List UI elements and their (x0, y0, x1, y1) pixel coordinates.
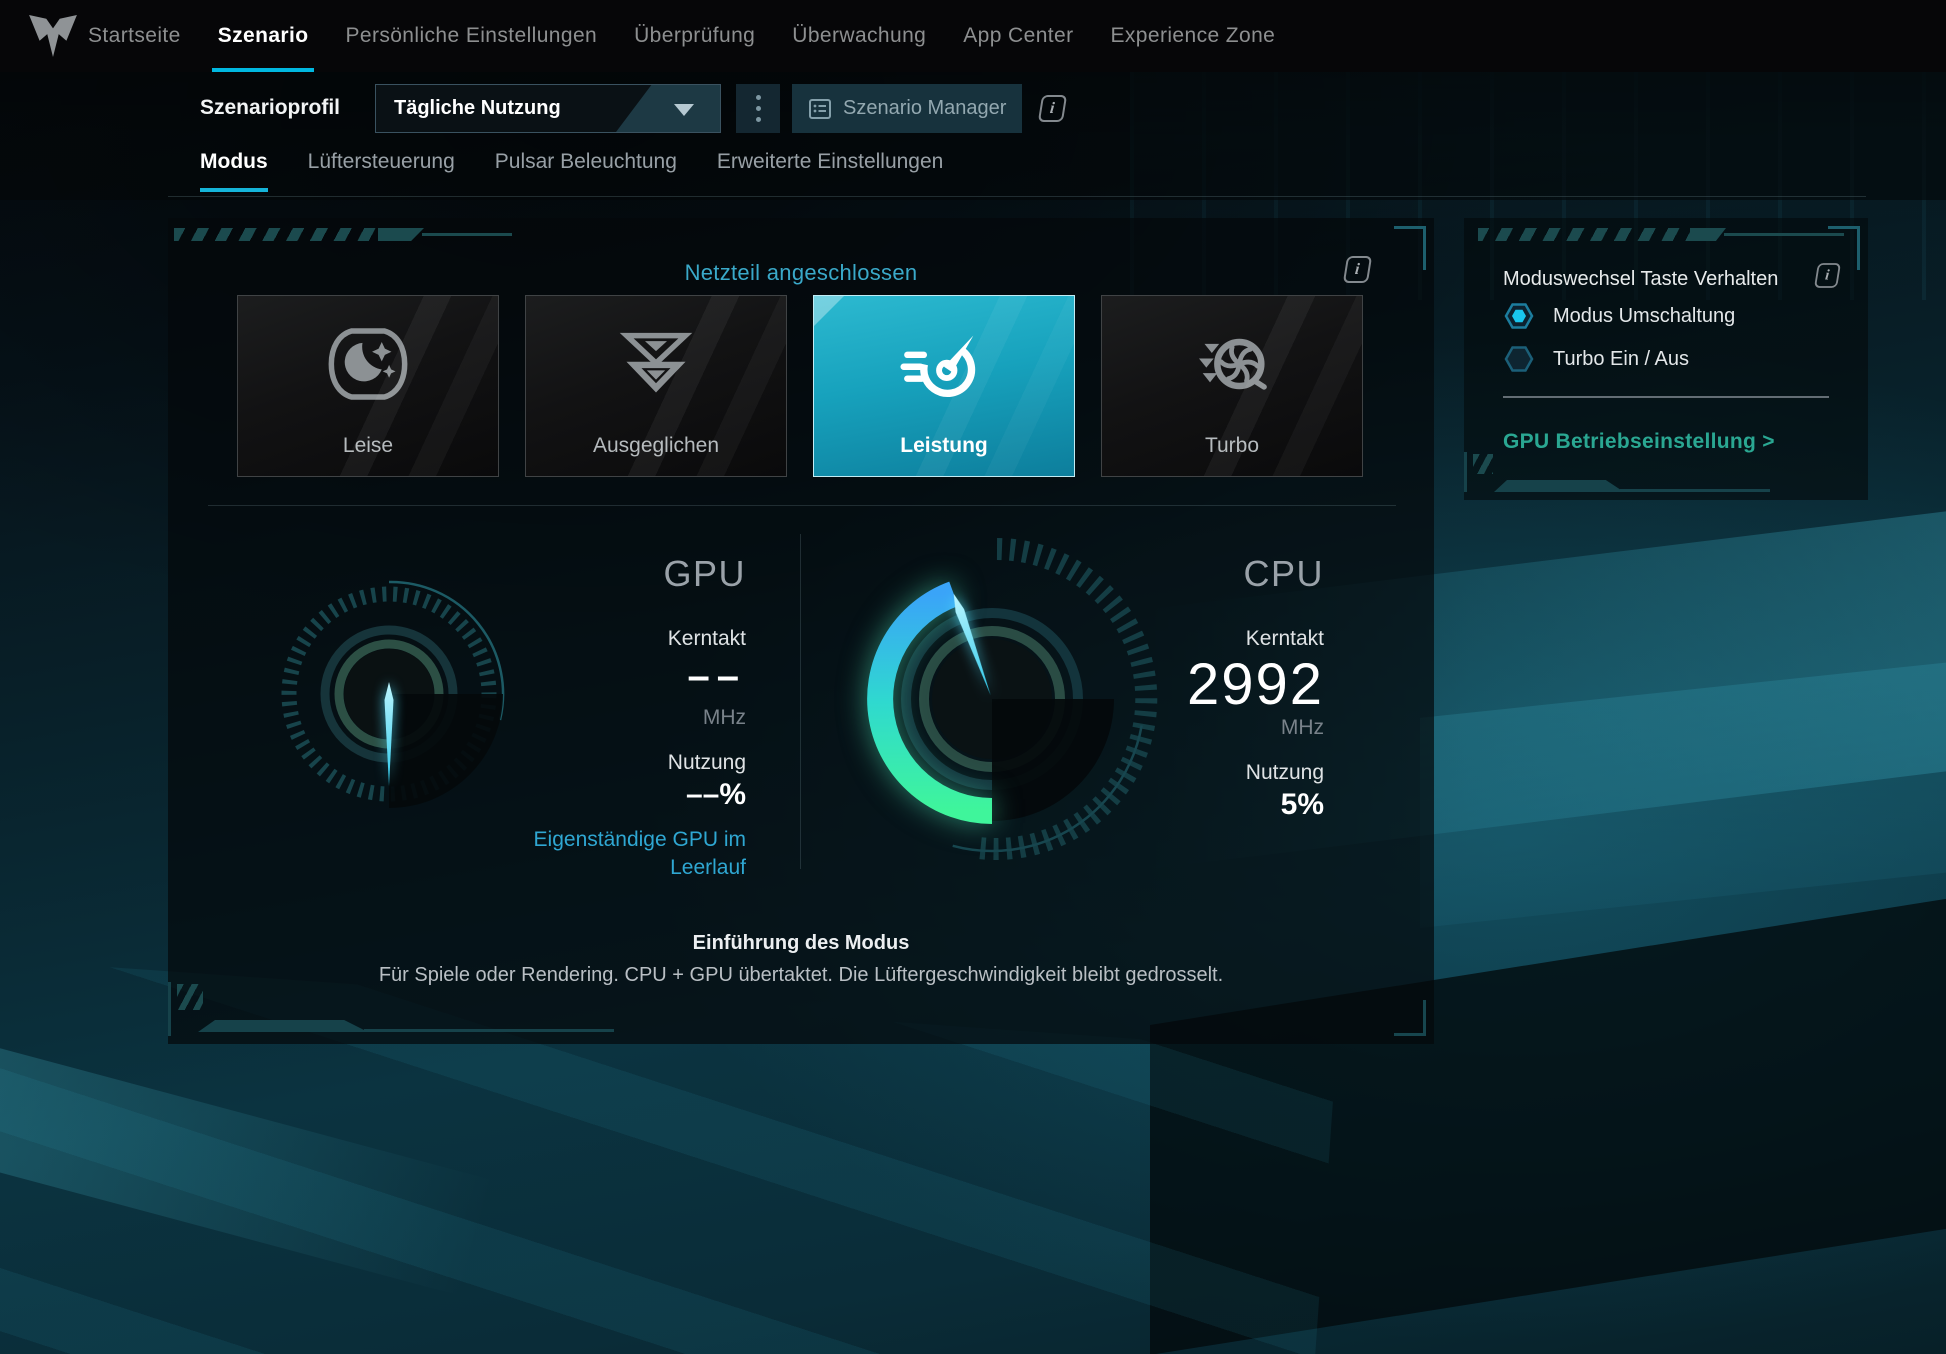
mode-label: Leise (238, 434, 498, 458)
side-panel-divider (1503, 396, 1829, 398)
kebab-menu-button[interactable] (736, 84, 780, 133)
scenario-list-icon (808, 98, 832, 120)
mode-info-icon[interactable]: i (1343, 256, 1372, 283)
corner-decor (1473, 454, 1493, 474)
hatch-decor (1690, 228, 1726, 241)
tab-erweiterte-einstellungen[interactable]: Erweiterte Einstellungen (717, 150, 943, 192)
mode-card-turbo[interactable]: Turbo (1101, 295, 1363, 477)
corner-decor (198, 1020, 368, 1032)
corner-decor (177, 984, 203, 1010)
tab-pulsar-beleuchtung[interactable]: Pulsar Beleuchtung (495, 150, 677, 192)
gpu-status: Eigenständige GPU im Leerlauf (468, 826, 746, 883)
gpu-usage-value: ––% (468, 780, 746, 810)
kebab-menu-icon (756, 95, 761, 100)
nav-item-ueberwachung[interactable]: Überwachung (792, 0, 926, 72)
gpu-usage-label: Nutzung (468, 752, 746, 773)
corner-bracket (1394, 1000, 1426, 1036)
tabs-divider (168, 196, 1866, 197)
radio-turbo-ein-aus[interactable]: Turbo Ein / Aus (1503, 345, 1689, 373)
cpu-core-value: 2992 (1048, 656, 1324, 714)
tab-luftersteuerung[interactable]: Lüftersteuerung (308, 150, 455, 192)
top-navbar: Startseite Szenario Persönliche Einstell… (0, 0, 1946, 72)
mode-switch-info-icon[interactable]: i (1814, 263, 1841, 288)
hatch-decor (378, 228, 424, 241)
scenario-manager-label: Szenario Manager (843, 97, 1006, 120)
hatch-decor (1478, 228, 1690, 241)
corner-decor (1494, 480, 1624, 492)
predator-logo-icon[interactable] (28, 14, 78, 58)
radio-label: Turbo Ein / Aus (1553, 348, 1689, 371)
speedometer-icon (900, 320, 988, 408)
cpu-readout: CPU Kerntakt 2992 MHz Nutzung 5% (1048, 556, 1324, 836)
mode-label: Turbo (1102, 434, 1362, 458)
hatch-decor (422, 233, 512, 236)
profile-info-icon[interactable]: i (1038, 95, 1067, 122)
edge-decor (1464, 452, 1467, 492)
profile-dropdown[interactable]: Tägliche Nutzung (375, 84, 721, 133)
mode-intro-text: Für Spiele oder Rendering. CPU + GPU übe… (168, 964, 1434, 987)
caret-down-icon (674, 104, 694, 116)
radio-modus-umschaltung[interactable]: Modus Umschaltung (1503, 302, 1735, 330)
predator-sense-app: Startseite Szenario Persönliche Einstell… (0, 0, 1946, 1354)
cpu-core-unit: MHz (1048, 717, 1324, 738)
mode-cards: Leise Ausgeglichen (237, 295, 1363, 477)
corner-decor (364, 1029, 614, 1032)
turbo-fan-icon (1188, 320, 1276, 408)
cpu-usage-value: 5% (1048, 790, 1324, 820)
radio-selected-icon (1503, 302, 1535, 330)
profile-dropdown-value: Tägliche Nutzung (394, 85, 561, 132)
dropdown-angle-decor (616, 85, 720, 132)
mode-intro-title: Einführung des Modus (168, 932, 1434, 955)
edge-decor (168, 982, 171, 1036)
hatch-decor (1724, 233, 1844, 236)
nav-item-startseite[interactable]: Startseite (88, 0, 181, 72)
mode-label: Ausgeglichen (526, 434, 786, 458)
radio-label: Modus Umschaltung (1553, 305, 1735, 328)
mode-card-leistung[interactable]: Leistung (813, 295, 1075, 477)
tab-modus[interactable]: Modus (200, 150, 268, 192)
predator-emblem-icon (612, 320, 700, 408)
gpu-core-label: Kerntakt (468, 628, 746, 649)
nav-item-persoenliche-einstellungen[interactable]: Persönliche Einstellungen (345, 0, 597, 72)
hatch-decor (174, 228, 378, 241)
mode-panel: Netzteil angeschlossen i Leise (168, 218, 1434, 1044)
gpu-core-unit: MHz (468, 707, 746, 728)
gpu-readout: GPU Kerntakt –– MHz Nutzung ––% Eigenstä… (468, 556, 746, 883)
gpu-core-value: –– (468, 656, 746, 696)
mode-switch-panel: Moduswechsel Taste Verhalten i Modus Ums… (1464, 218, 1868, 500)
gpu-heading: GPU (468, 556, 746, 592)
nav-item-app-center[interactable]: App Center (963, 0, 1073, 72)
mode-label: Leistung (814, 434, 1074, 458)
mode-card-ausgeglichen[interactable]: Ausgeglichen (525, 295, 787, 477)
gpu-operation-settings-link[interactable]: GPU Betriebseinstellung > (1503, 430, 1775, 454)
nav-item-szenario[interactable]: Szenario (218, 0, 309, 72)
scenario-tabs: Modus Lüftersteuerung Pulsar Beleuchtung… (200, 150, 943, 192)
mode-switch-title: Moduswechsel Taste Verhalten (1503, 268, 1778, 291)
scenario-profile-label: Szenarioprofil (200, 96, 340, 120)
power-status-title: Netzteil angeschlossen (168, 260, 1434, 286)
radio-unselected-icon (1503, 345, 1535, 373)
cpu-usage-label: Nutzung (1048, 762, 1324, 783)
scenario-manager-button[interactable]: Szenario Manager (792, 84, 1022, 133)
cpu-core-label: Kerntakt (1048, 628, 1324, 649)
moon-stars-icon (324, 320, 412, 408)
nav-item-ueberpruefung[interactable]: Überprüfung (634, 0, 755, 72)
corner-decor (1620, 489, 1770, 492)
nav-item-experience-zone[interactable]: Experience Zone (1110, 0, 1275, 72)
main-nav: Startseite Szenario Persönliche Einstell… (88, 0, 1275, 72)
mode-card-leise[interactable]: Leise (237, 295, 499, 477)
cpu-heading: CPU (1048, 556, 1324, 592)
